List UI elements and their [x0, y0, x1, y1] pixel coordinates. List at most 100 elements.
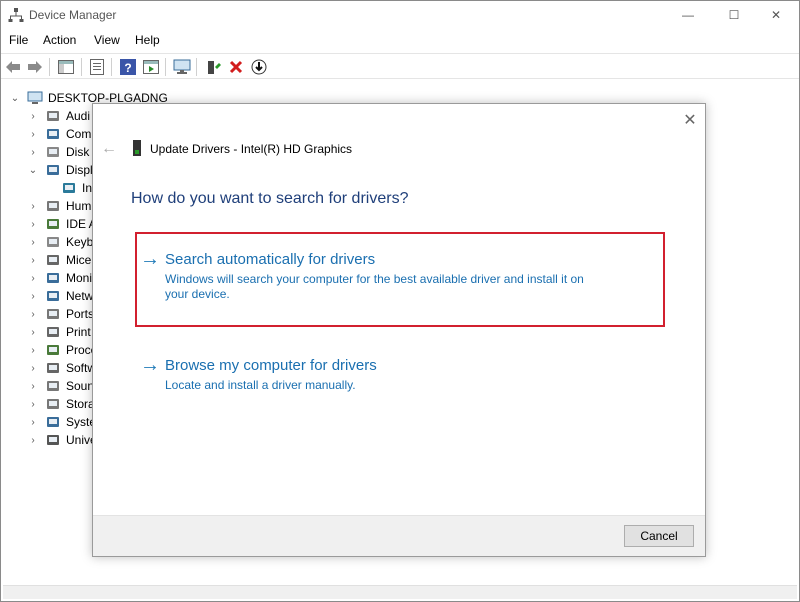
chevron-right-icon[interactable]: ›	[27, 308, 39, 320]
tree-item[interactable]: › Moni	[27, 269, 92, 287]
tree-item[interactable]: › Ports	[27, 305, 94, 323]
chevron-right-icon[interactable]: ›	[27, 362, 39, 374]
tree-item-label: Mice	[66, 253, 92, 267]
tree-item[interactable]: › Hum	[27, 197, 91, 215]
tree-item[interactable]: › Com	[27, 125, 91, 143]
tree-item-label: Com	[66, 127, 92, 141]
window-title: Device Manager	[29, 8, 117, 22]
monitor-scan-icon	[173, 59, 191, 74]
computer-icon	[27, 91, 43, 104]
chevron-right-icon[interactable]: ›	[27, 146, 39, 158]
tree-item[interactable]: › Soun	[27, 377, 94, 395]
uninstall-device-button[interactable]	[226, 57, 246, 77]
system-icon	[47, 417, 59, 427]
view-button[interactable]	[141, 57, 161, 77]
tree-item[interactable]: › Audi	[27, 107, 90, 125]
properties-button[interactable]	[87, 57, 107, 77]
tree-item[interactable]: › IDE A	[27, 215, 96, 233]
close-button[interactable]: ✕	[753, 1, 799, 29]
network-icon	[47, 291, 59, 301]
tree-item-label: Moni	[66, 271, 93, 285]
tree-item[interactable]: › Keyb	[27, 233, 93, 251]
tree-item[interactable]: › Unive	[27, 431, 96, 449]
show-hide-tree-button[interactable]	[56, 57, 76, 77]
tree-item[interactable]: In	[61, 179, 92, 197]
scan-hardware-button[interactable]	[172, 57, 192, 77]
chevron-right-icon[interactable]: ›	[27, 128, 39, 140]
console-tree-icon	[58, 60, 74, 74]
tree-item-label: Hum	[66, 199, 92, 213]
chevron-right-icon[interactable]: ›	[27, 434, 39, 446]
help-icon: ?	[120, 59, 136, 75]
tree-item[interactable]: › Stora	[27, 395, 95, 413]
chevron-down-icon[interactable]: ⌄	[27, 164, 39, 176]
tree-item[interactable]: › Print	[27, 323, 90, 341]
menu-help[interactable]: Help	[135, 33, 160, 47]
toolbar-separator	[165, 58, 166, 76]
chevron-right-icon[interactable]: ›	[27, 254, 39, 266]
chevron-down-icon[interactable]: ⌄	[9, 92, 21, 104]
horizontal-scrollbar[interactable]	[3, 585, 797, 599]
browse-computer-option[interactable]: → Browse my computer for drivers Locate …	[135, 340, 665, 400]
chevron-right-icon[interactable]: ›	[27, 416, 39, 428]
chevron-right-icon[interactable]: ›	[27, 236, 39, 248]
tree-item-label: Keyb	[66, 235, 94, 249]
tree-item[interactable]: › Disk d	[27, 143, 99, 161]
tree-item[interactable]: › Mice	[27, 251, 91, 269]
update-driver-button[interactable]	[204, 57, 224, 77]
ports-icon	[47, 309, 59, 319]
forward-button[interactable]	[25, 57, 45, 77]
menu-file[interactable]: File	[9, 33, 28, 47]
storage-icon	[47, 399, 59, 409]
chevron-right-icon[interactable]: ›	[27, 380, 39, 392]
back-button[interactable]	[3, 57, 23, 77]
back-arrow-icon	[6, 61, 20, 73]
tree-item[interactable]: › Netw	[27, 287, 93, 305]
tree-item[interactable]: ⌄ Displ	[27, 161, 93, 179]
back-arrow-icon[interactable]: ←	[101, 140, 117, 158]
toolbar-separator	[81, 58, 82, 76]
tree-item[interactable]: › Syste	[27, 413, 96, 431]
view-panel-icon	[143, 60, 159, 74]
help-button[interactable]: ?	[118, 57, 138, 77]
search-automatically-option[interactable]: → Search automatically for drivers Windo…	[135, 232, 665, 327]
tree-item-label: Audi	[66, 109, 91, 123]
menu-view[interactable]: View	[94, 33, 120, 47]
processor-icon	[47, 345, 59, 355]
mouse-icon	[47, 255, 59, 265]
ide-icon	[47, 219, 59, 229]
svg-text:?: ?	[124, 61, 131, 75]
chevron-right-icon[interactable]: ›	[27, 272, 39, 284]
tree-item[interactable]: › Softw	[27, 359, 96, 377]
chevron-right-icon[interactable]: ›	[27, 200, 39, 212]
toolbar-separator	[111, 58, 112, 76]
tree-item-label: In	[82, 181, 93, 195]
chevron-right-icon[interactable]: ›	[27, 290, 39, 302]
keyboard-icon	[47, 237, 59, 247]
toolbar-separator	[49, 58, 50, 76]
minimize-button[interactable]: —	[665, 1, 711, 29]
audio-icon	[47, 111, 59, 121]
disk-icon	[47, 147, 59, 157]
forward-arrow-icon	[28, 61, 42, 73]
tree-item-label: Stora	[66, 397, 95, 411]
monitor-icon	[47, 273, 59, 283]
usb-icon	[47, 435, 59, 445]
menu-action[interactable]: Action	[43, 33, 76, 47]
tree-item-label: Displ	[66, 163, 93, 177]
computer-icon	[47, 129, 59, 139]
tree-item[interactable]: › Proce	[27, 341, 97, 359]
option-title: Search automatically for drivers	[165, 251, 376, 268]
chevron-right-icon[interactable]: ›	[27, 326, 39, 338]
cancel-button[interactable]: Cancel	[624, 525, 694, 547]
title-bar: Device Manager — ☐ ✕	[1, 1, 799, 29]
toolbar: ?	[1, 53, 799, 79]
dialog-close-button[interactable]: ✕	[681, 111, 699, 129]
chevron-right-icon[interactable]: ›	[27, 344, 39, 356]
install-button[interactable]	[249, 57, 269, 77]
maximize-button[interactable]: ☐	[711, 1, 757, 29]
dialog-question: How do you want to search for drivers?	[131, 190, 409, 207]
chevron-right-icon[interactable]: ›	[27, 398, 39, 410]
chevron-right-icon[interactable]: ›	[27, 218, 39, 230]
chevron-right-icon[interactable]: ›	[27, 110, 39, 122]
